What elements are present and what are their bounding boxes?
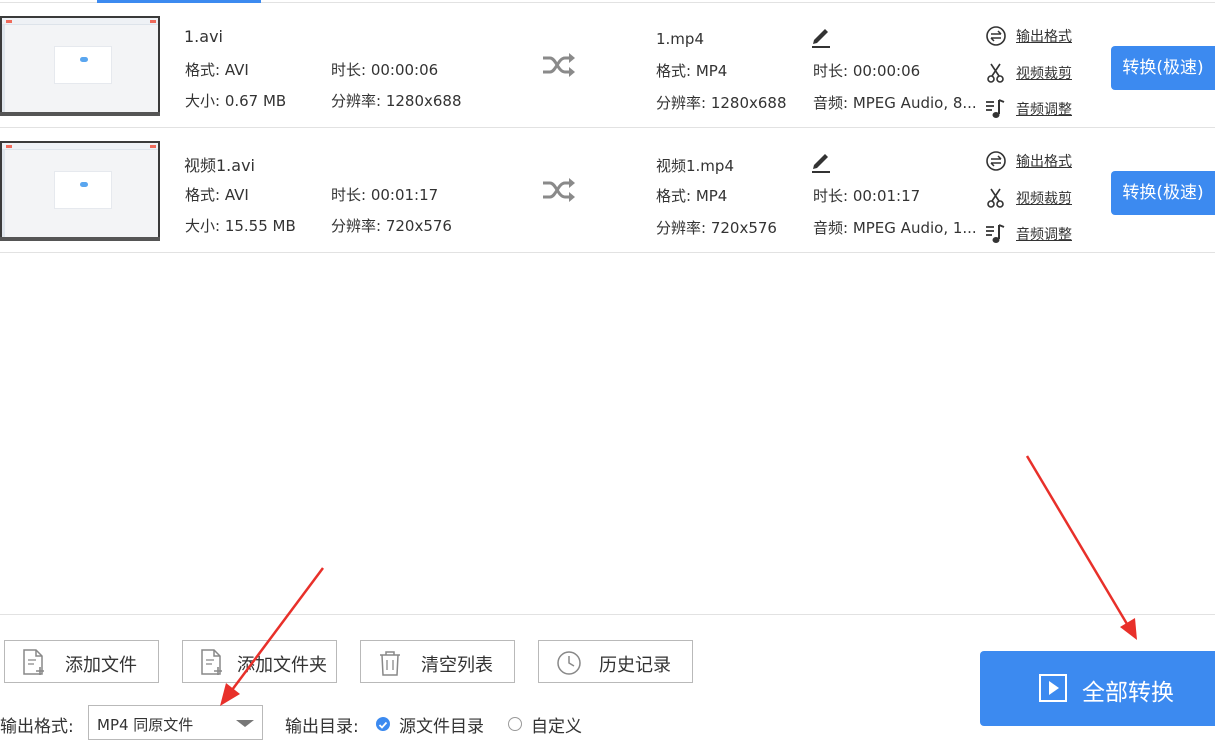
convert-fast-button[interactable]: 转换(极速) [1111,46,1215,90]
source-size: 大小: 0.67 MB [185,92,287,110]
trash-icon [380,651,400,676]
pencil-icon[interactable] [810,150,832,174]
output-file-name: 视频1.mp4 [656,157,734,175]
source-dir-radio[interactable] [376,717,390,731]
clear-list-label: 清空列表 [421,655,493,676]
output-format: 格式: MP4 [656,187,728,205]
source-resolution: 分辨率: 720x576 [331,217,452,235]
pencil-icon[interactable] [810,25,832,49]
output-format-link[interactable]: 输出格式 [1016,151,1072,171]
output-audio: 音频: MPEG Audio, 8... [813,94,977,112]
swap-circle-icon [986,26,1006,46]
source-duration: 时长: 00:01:17 [331,186,439,204]
clear-list-button[interactable]: 清空列表 [360,640,515,683]
source-size: 大小: 15.55 MB [185,217,296,235]
output-dir-label: 输出目录: [285,717,359,737]
source-resolution: 分辨率: 1280x688 [331,92,462,110]
source-dir-option[interactable]: 源文件目录 [399,712,484,737]
output-resolution: 分辨率: 720x576 [656,219,777,237]
convert-fast-button[interactable]: 转换(极速) [1111,171,1215,215]
file-plus-icon [23,649,44,675]
source-format: 格式: AVI [185,61,249,79]
output-duration: 时长: 00:00:06 [813,62,921,80]
output-format-link[interactable]: 输出格式 [1016,26,1072,46]
convert-all-button[interactable]: 全部转换 [980,651,1215,726]
custom-dir-radio[interactable] [508,717,522,731]
video-thumbnail [0,141,160,241]
add-file-label: 添加文件 [65,655,137,676]
convert-all-label: 全部转换 [1082,680,1174,706]
bottom-divider [0,614,1215,615]
video-trim-link[interactable]: 视频裁剪 [1016,63,1072,83]
converter-window: 1.avi 格式: AVI 时长: 00:00:06 大小: 0.67 MB 分… [0,0,1215,749]
swap-circle-icon [986,151,1006,171]
check-icon [378,721,388,729]
play-square-icon [1039,674,1067,702]
file-plus-icon [201,649,222,675]
output-format-value: MP4 同原文件 [97,716,194,734]
audio-adjust-link[interactable]: 音频调整 [1016,99,1072,119]
source-file-name: 视频1.avi [184,156,255,175]
history-button[interactable]: 历史记录 [538,640,693,683]
shuffle-icon [543,178,575,202]
output-audio: 音频: MPEG Audio, 1... [813,219,977,237]
custom-dir-option[interactable]: 自定义 [531,712,582,737]
video-trim-link[interactable]: 视频裁剪 [1016,188,1072,208]
source-file-name: 1.avi [184,27,223,46]
history-label: 历史记录 [599,655,671,676]
clock-icon [557,651,581,675]
output-file-name: 1.mp4 [656,30,704,48]
music-note-icon [986,99,1005,118]
file-row: 视频1.avi 格式: AVI 时长: 00:01:17 大小: 15.55 M… [0,128,1215,253]
output-format-select[interactable]: MP4 同原文件 [88,705,263,740]
file-row: 1.avi 格式: AVI 时长: 00:00:06 大小: 0.67 MB 分… [0,3,1215,128]
add-folder-button[interactable]: 添加文件夹 [182,640,337,683]
music-note-icon [986,224,1005,243]
output-format: 格式: MP4 [656,62,728,80]
scissors-icon [987,63,1004,83]
output-resolution: 分辨率: 1280x688 [656,94,787,112]
scissors-icon [987,188,1004,208]
source-duration: 时长: 00:00:06 [331,61,439,79]
chevron-down-icon [236,720,254,727]
output-format-label: 输出格式: [0,717,74,737]
add-file-button[interactable]: 添加文件 [4,640,159,683]
annotation-arrow [1025,455,1137,640]
output-duration: 时长: 00:01:17 [813,187,921,205]
video-thumbnail [0,16,160,116]
audio-adjust-link[interactable]: 音频调整 [1016,224,1072,244]
shuffle-icon [543,53,575,77]
source-format: 格式: AVI [185,186,249,204]
annotation-arrow [220,567,325,706]
add-folder-label: 添加文件夹 [237,655,327,676]
